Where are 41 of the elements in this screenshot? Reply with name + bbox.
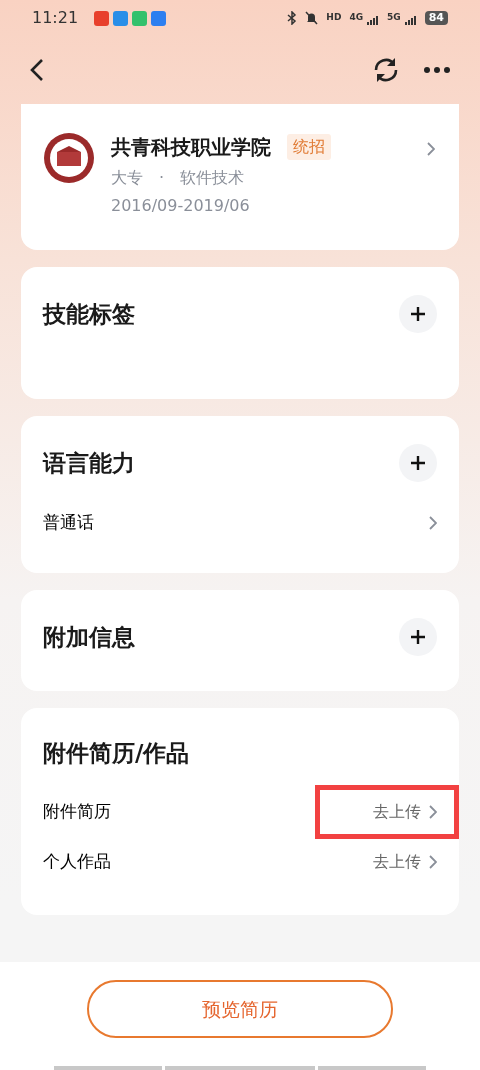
- back-icon[interactable]: [30, 58, 44, 82]
- network-label: HD: [326, 11, 342, 25]
- section-title: 语言能力: [43, 448, 135, 478]
- plus-icon: [411, 456, 425, 470]
- enrollment-tag: 统招: [287, 134, 331, 160]
- list-row[interactable]: 个人作品 去上传: [43, 836, 437, 887]
- network-label: 5G: [387, 11, 401, 25]
- major-text: 软件技术: [180, 167, 245, 189]
- status-time: 11:21: [32, 7, 79, 29]
- plus-icon: [411, 630, 425, 644]
- period-text: 2016/09-2019/06: [111, 195, 251, 217]
- degree-text: 大专: [111, 167, 143, 189]
- list-row[interactable]: 普通话: [43, 498, 437, 548]
- add-button[interactable]: [399, 444, 437, 482]
- chevron-icon: [429, 804, 437, 819]
- list-row[interactable]: 附件简历 去上传: [43, 786, 437, 837]
- refresh-icon[interactable]: [372, 56, 400, 84]
- school-logo: [43, 132, 95, 184]
- section-title: 附加信息: [43, 622, 135, 652]
- section-title: 技能标签: [43, 299, 135, 329]
- chevron-icon: [427, 141, 435, 156]
- signal-icon: [404, 15, 417, 25]
- chevron-icon: [429, 854, 437, 869]
- separator-dot: ·: [159, 167, 165, 189]
- chevron-icon: [429, 516, 437, 530]
- app-icon: [94, 10, 110, 26]
- network-label: 4G: [349, 11, 364, 25]
- add-button[interactable]: [399, 618, 437, 656]
- add-button[interactable]: [399, 295, 437, 333]
- more-icon[interactable]: [424, 67, 450, 73]
- app-icon: [151, 10, 167, 26]
- education-card[interactable]: 共青科技职业学院 统招 大专 · 软件技术 2016/09-2019/06: [21, 104, 459, 250]
- signal-icon: [367, 15, 380, 25]
- app-icon: [113, 10, 129, 26]
- muted-bell-icon: [305, 11, 319, 25]
- battery-level: 84: [424, 11, 448, 25]
- bluetooth-icon: [287, 11, 298, 25]
- app-icon: [132, 10, 148, 26]
- school-name: 共青科技职业学院: [111, 134, 271, 161]
- plus-icon: [411, 307, 425, 321]
- section-title: 附件简历/作品: [43, 739, 190, 768]
